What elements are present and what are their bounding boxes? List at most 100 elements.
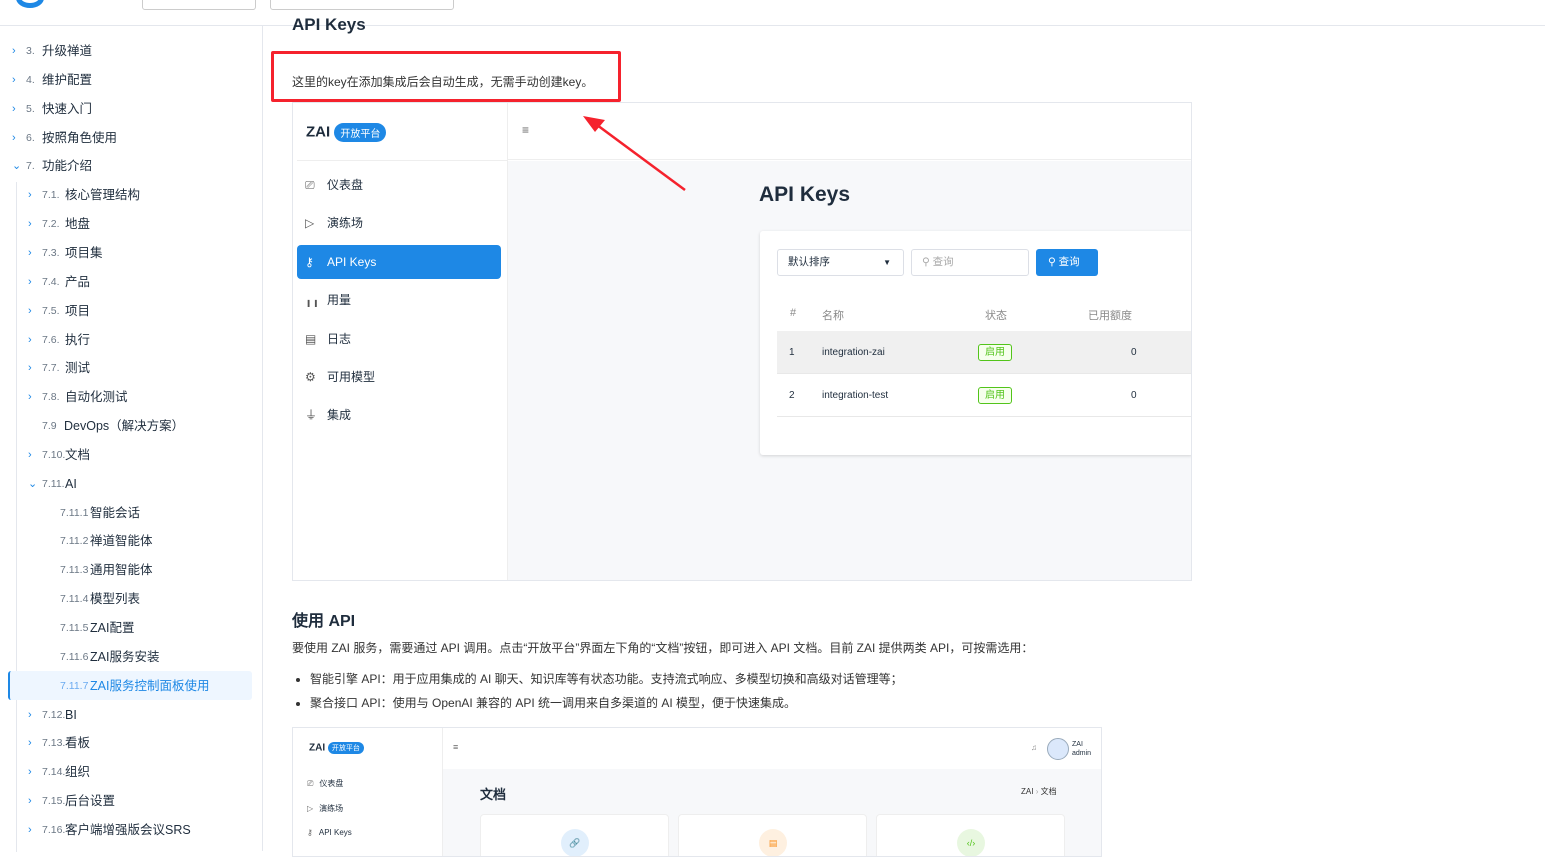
chevron-right-icon[interactable]: › (12, 37, 16, 65)
tree-item[interactable]: › 4. 维护配置 (0, 66, 252, 94)
menu-icon[interactable]: ≡ (453, 742, 458, 752)
search-button[interactable]: ⚲ 查询 (1036, 249, 1098, 276)
table-row[interactable]: 1 integration-zai 启用 0 (777, 331, 1191, 374)
avatar[interactable] (1047, 738, 1069, 760)
item-number: 5. (26, 102, 35, 115)
inner-nav-item[interactable]: ▷ 演练场 (307, 803, 343, 814)
used-quota: 0 (1131, 347, 1137, 358)
tree-item[interactable]: › 7.10. 文档 (0, 441, 252, 469)
item-label: 按照角色使用 (42, 130, 118, 145)
menu-icon[interactable]: ≡ (522, 123, 529, 137)
column-header: # (790, 307, 797, 319)
inner-nav-item[interactable]: ⚙ 可用模型 (297, 360, 501, 394)
item-label: DevOps（解决方案） (64, 419, 185, 434)
inner-nav-item[interactable]: ⎚ 仪表盘 (307, 778, 343, 789)
table-row[interactable]: 2 integration-test 启用 0 (777, 374, 1191, 417)
caret-down-icon: ▼ (883, 258, 891, 267)
item-label: 升级禅道 (42, 44, 93, 58)
item-number: 6. (26, 131, 35, 144)
item-number: 7.3. (42, 246, 60, 259)
item-number: 7.4. (42, 275, 60, 288)
nav-label: 可用模型 (327, 370, 376, 384)
item-label: 禅道智能体 (90, 534, 153, 549)
api-keys-screenshot: ZAI 开放平台 ⎚ 仪表盘 ▷ 演练场 ⚷ API Keys ╻╻ 用量 ▤ 日志 ⚙ 可用模型 ⏚ 集… (292, 102, 1192, 581)
tree-item[interactable]: › 7.7. 测试 (0, 354, 252, 382)
inner-nav-item[interactable]: ⏚ 集成 (297, 398, 501, 432)
tree-item[interactable]: › 5. 快速入门 (0, 95, 252, 123)
tree-item[interactable]: › 7.8. 自动化测试 (0, 383, 252, 411)
chevron-right-icon[interactable]: › (28, 268, 32, 296)
chevron-right-icon[interactable]: › (28, 729, 32, 757)
logo[interactable] (16, 0, 44, 8)
chevron-right-icon[interactable]: › (12, 124, 16, 152)
chevron-right-icon[interactable]: › (12, 95, 16, 123)
tree-item[interactable]: 7.11.4 模型列表 (0, 585, 252, 613)
chevron-right-icon[interactable]: › (28, 239, 32, 267)
item-label: 项目集 (65, 245, 103, 260)
bell-icon[interactable]: ♫ (1031, 743, 1037, 752)
inner-nav-item[interactable]: ⚷ API Keys (297, 244, 501, 279)
chevron-right-icon[interactable]: › (28, 210, 32, 238)
inner-nav-item[interactable]: ╻╻ 用量 (297, 283, 501, 317)
tree-item[interactable]: › 7.14. 组织 (0, 758, 252, 786)
tree-item[interactable]: 7.11.1 智能会话 (0, 499, 252, 527)
item-label: 文档 (65, 447, 91, 462)
inner-nav-item[interactable]: ▤ 日志 (297, 322, 501, 356)
tree-item[interactable]: › 7.13. 看板 (0, 729, 252, 757)
docs-screenshot: ZAI 开放平台 ⎚ 仪表盘 ▷ 演练场 ⚷ API Keys ≡ ♫ ZAI admin … (292, 727, 1102, 857)
chevron-right-icon[interactable]: › (28, 181, 32, 209)
tree-item[interactable]: › 7.3. 项目集 (0, 239, 252, 267)
tree-item[interactable]: 7.11.7 ZAI服务控制面板使用 (0, 672, 252, 700)
inner-nav-item[interactable]: ⎚ 仪表盘 (297, 168, 501, 202)
tree-item[interactable]: › 7.4. 产品 (0, 268, 252, 296)
search-icon: ⚲ (922, 256, 933, 268)
tree-item[interactable]: 7.11.2 禅道智能体 (0, 527, 252, 555)
nav-label: 日志 (327, 331, 352, 346)
sort-select[interactable]: 默认排序 ▼ (777, 249, 904, 276)
status-badge: 启用 (978, 387, 1012, 404)
chevron-right-icon[interactable]: › (28, 354, 32, 382)
inner-nav-item[interactable]: ⚷ API Keys (307, 828, 352, 837)
item-number: 7.11.2 (60, 535, 89, 548)
tree-item[interactable]: › 7.5. 项目 (0, 297, 252, 325)
tree-item[interactable]: ⌄ 7. 功能介绍 (0, 152, 252, 180)
chevron-right-icon[interactable]: › (28, 701, 32, 729)
chevron-right-icon[interactable]: › (28, 297, 32, 325)
chevron-down-icon[interactable]: ⌄ (12, 152, 21, 180)
section-title: API Keys (292, 15, 366, 34)
item-label: BI (65, 707, 77, 722)
nav-label: 集成 (327, 408, 352, 423)
top-button[interactable] (142, 0, 256, 10)
tree-item[interactable]: › 7.15. 后台设置 (0, 787, 252, 815)
tree-item[interactable]: 7.11.6 ZAI服务安装 (0, 643, 252, 671)
chevron-right-icon[interactable]: › (28, 787, 32, 815)
tree-item[interactable]: 7.11.3 通用智能体 (0, 556, 252, 584)
chevron-right-icon[interactable]: › (28, 758, 32, 786)
monitor-icon: ⎚ (305, 178, 315, 192)
inner-nav-item[interactable]: ▷ 演练场 (297, 206, 501, 240)
tree-item[interactable]: › 7.16. 客户端增强版会议SRS (0, 816, 252, 844)
tree-item[interactable]: › 7.12. BI (0, 701, 252, 729)
top-search[interactable] (270, 0, 454, 10)
tree-item[interactable]: › 7.1. 核心管理结构 (0, 181, 252, 209)
tree-item[interactable]: 7.9 DevOps（解决方案） (0, 412, 252, 440)
item-number: 7.11.7 (60, 679, 89, 692)
item-label: 核心管理结构 (65, 188, 141, 203)
tree-item[interactable]: › 3. 升级禅道 (0, 37, 252, 65)
item-number: 7.6. (42, 333, 60, 346)
chevron-right-icon[interactable]: › (28, 816, 32, 844)
item-number: 7.11.3 (60, 564, 89, 577)
chevron-right-icon[interactable]: › (28, 326, 32, 354)
chevron-right-icon[interactable]: › (12, 66, 16, 94)
item-label: 地盘 (65, 217, 91, 232)
tree-item[interactable]: › 7.2. 地盘 (0, 210, 252, 238)
item-number: 7.13. (42, 737, 66, 750)
search-input[interactable]: ⚲ 查询 (911, 249, 1029, 276)
tree-item[interactable]: › 7.6. 执行 (0, 326, 252, 354)
tree-item[interactable]: 7.11.5 ZAI配置 (0, 614, 252, 642)
chevron-down-icon[interactable]: ⌄ (28, 470, 37, 498)
chevron-right-icon[interactable]: › (28, 383, 32, 411)
tree-item[interactable]: › 6. 按照角色使用 (0, 124, 252, 152)
tree-item[interactable]: ⌄ 7.11. AI (0, 470, 252, 498)
chevron-right-icon[interactable]: › (28, 441, 32, 469)
